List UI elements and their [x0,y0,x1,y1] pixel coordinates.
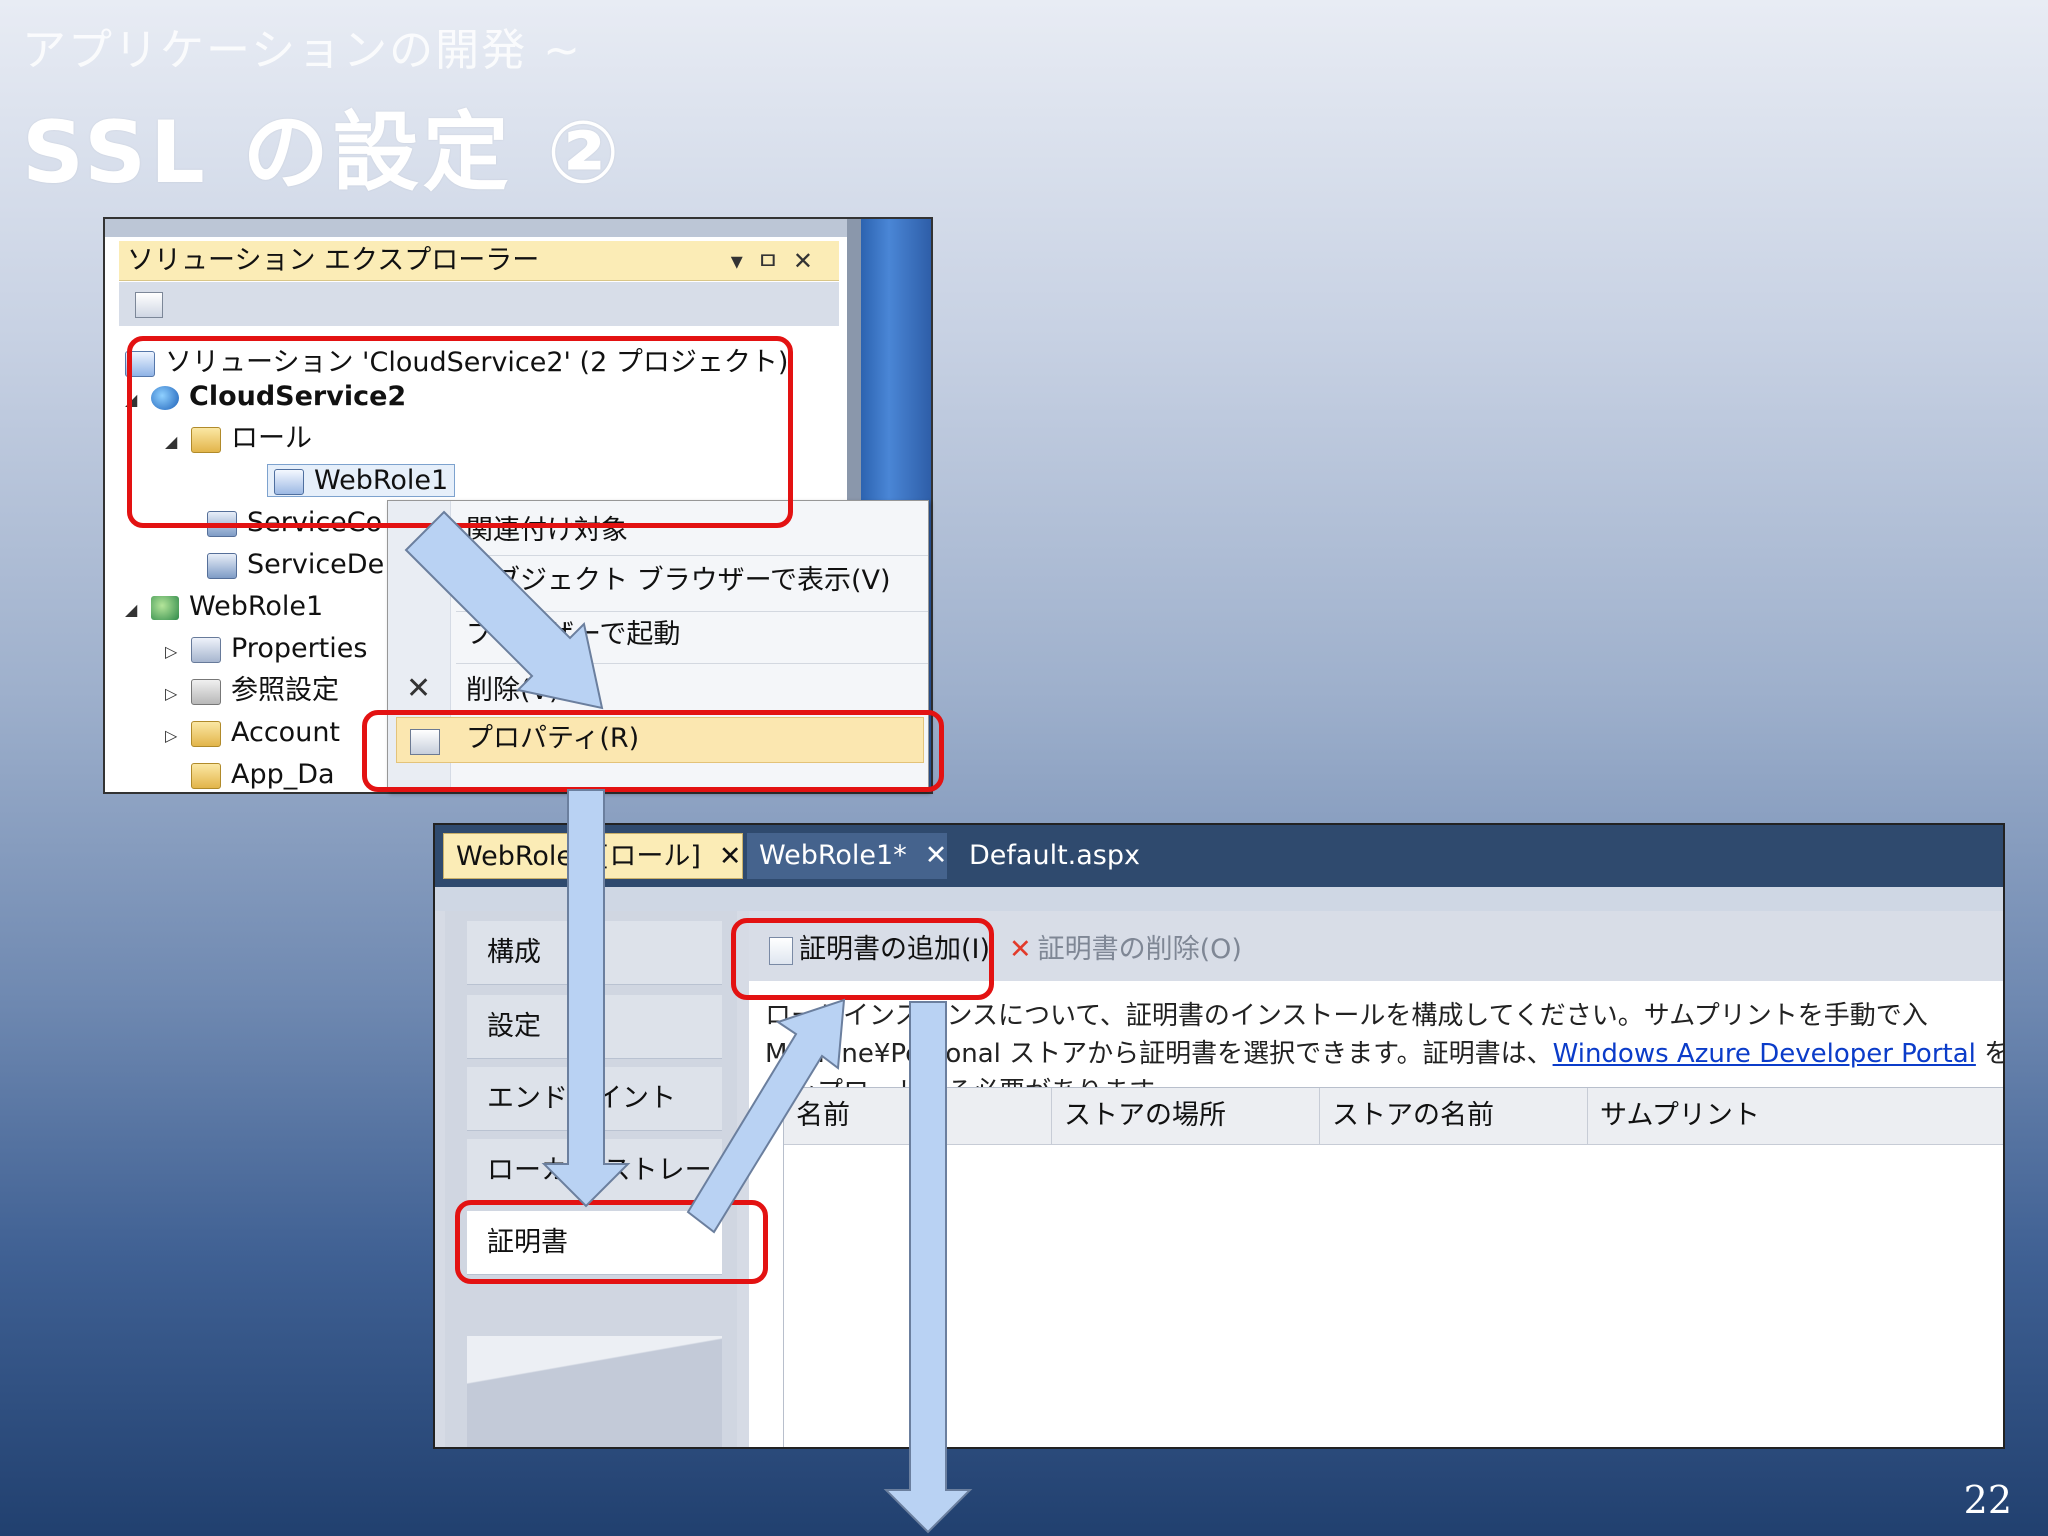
tree-node-references[interactable]: ▷ 参照設定 [165,671,339,711]
tab-webrole-file[interactable]: WebRole1* ✕ [747,833,947,879]
properties-folder-icon [191,636,221,663]
tree-node-cloud-service[interactable]: ◢ CloudService2 [125,377,406,417]
solution-icon [125,350,155,377]
column-header-store-location[interactable]: ストアの場所 [1052,1088,1320,1144]
expand-icon[interactable]: ◢ [125,590,151,630]
azure-portal-link[interactable]: Windows Azure Developer Portal [1553,1039,1976,1069]
document-tabs: WebRole1 [ロール] ✕ WebRole1* ✕ Default.aspx [435,825,2003,887]
solution-explorer-title-bar: ソリューション エクスプローラー ▾ㅁ✕ [119,241,839,281]
collapse-icon[interactable]: ▷ [165,674,191,714]
slide-subtitle: アプリケーションの開発 ~ [22,25,582,76]
tree-node-service-config[interactable]: ServiceCo [207,503,382,543]
folder-open-icon [191,426,221,453]
delete-icon: ✕ [1009,934,1032,965]
expand-icon[interactable]: ◢ [165,422,191,462]
pane-controls: ▾ㅁ✕ [731,241,827,281]
side-tab-settings[interactable]: 設定 [467,995,722,1059]
menu-item-launch-browser[interactable]: ブラウザーで起動 [466,615,680,655]
close-icon[interactable]: ✕ [793,247,827,275]
properties-icon[interactable] [135,292,163,318]
tab-default-aspx[interactable]: Default.aspx [957,833,1157,879]
config-file-icon [207,510,237,537]
role-icon [274,468,304,495]
solution-explorer-toolbar [119,282,839,326]
close-icon[interactable]: ✕ [719,841,742,872]
menu-item-object-browser[interactable]: オブジェクト ブラウザーで表示(V) [466,561,891,601]
menu-item-associate[interactable]: 関連付け対象 [466,511,628,551]
slide-title: SSL の設定 ② [22,103,624,203]
column-header-name[interactable]: 名前 [784,1088,1052,1144]
add-certificate-button[interactable]: 証明書の追加(I) [769,927,990,966]
tree-node-roles[interactable]: ◢ ロール [165,419,312,459]
certificates-grid: 名前 ストアの場所 ストアの名前 サムプリント [783,1087,2003,1447]
references-icon [191,678,221,705]
tree-node-account[interactable]: ▷ Account [165,713,340,753]
certificates-toolbar: 証明書の追加(I) ✕ 証明書の削除(O) [749,911,2003,981]
globe-icon [151,385,179,410]
column-header-thumbprint[interactable]: サムプリント [1588,1088,2003,1144]
tree-node-web-project[interactable]: ◢ WebRole1 [125,587,323,627]
web-project-icon [151,595,179,620]
definition-file-icon [207,552,237,579]
column-header-store-name[interactable]: ストアの名前 [1320,1088,1588,1144]
side-tab-endpoints[interactable]: エンドポイント [467,1067,722,1131]
side-tab-certificates[interactable]: 証明書 [467,1211,722,1275]
folder-icon [191,762,221,789]
collapse-icon[interactable]: ▷ [165,716,191,756]
side-tab-configuration[interactable]: 構成 [467,921,722,985]
certificates-page: 証明書の追加(I) ✕ 証明書の削除(O) ロールインスタンスについて、証明書のイ… [749,911,2003,1447]
expand-icon[interactable]: ◢ [125,380,151,420]
tree-node-service-def[interactable]: ServiceDe [207,545,384,585]
context-menu: 関連付け対象 オブジェクト ブラウザーで表示(V) ブラウザーで起動 ✕ 削除(… [387,500,929,792]
solution-explorer-title: ソリューション エクスプローラー [127,245,540,276]
grid-header: 名前 ストアの場所 ストアの名前 サムプリント [784,1087,2003,1145]
designer-sidebar: 構成 設定 エンドポイント ローカル ストレージ 証明書 [445,911,737,1447]
page-number: 22 [1963,1478,2012,1522]
slide-header: アプリケーションの開発 ~ SSL の設定 ② [22,14,624,207]
side-tab-local-storage[interactable]: ローカル ストレージ [467,1139,722,1250]
menu-item-properties[interactable]: プロパティ(R) [466,719,639,759]
new-document-icon [769,936,793,965]
remove-certificate-button[interactable]: ✕ 証明書の削除(O) [1009,927,1242,966]
x-icon: ✕ [406,671,432,706]
tree-node-app-data[interactable]: App_Da [165,755,335,792]
close-icon[interactable]: ✕ [925,840,948,871]
properties-icon [410,729,440,755]
chevron-down-icon[interactable]: ▾ [731,247,757,275]
pin-icon[interactable]: ㅁ [757,247,793,275]
tree-node-properties[interactable]: ▷ Properties [165,629,367,669]
folder-icon [191,720,221,747]
menu-item-delete[interactable]: 削除(V) [466,671,560,711]
tab-webrole-designer[interactable]: WebRole1 [ロール] ✕ [443,833,743,879]
collapse-icon[interactable]: ▷ [165,632,191,672]
role-designer-window: WebRole1 [ロール] ✕ WebRole1* ✕ Default.aspx … [433,823,2005,1449]
tree-node-webrole[interactable]: WebRole1 [267,461,456,501]
